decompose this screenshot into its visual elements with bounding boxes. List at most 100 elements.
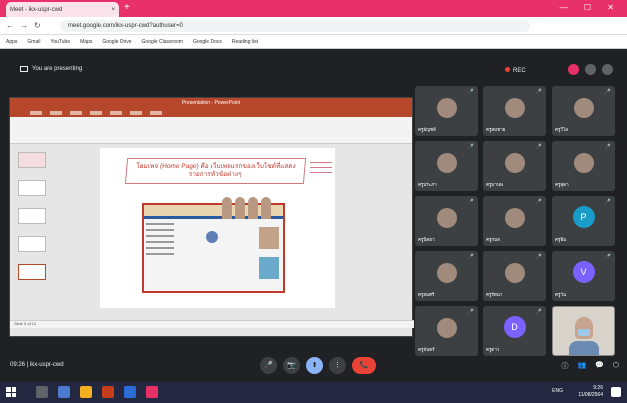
camera-icon[interactable]: 📷: [283, 357, 300, 374]
back-icon[interactable]: ←: [6, 21, 14, 30]
participant-tile[interactable]: 🎤 ครูรัตนา: [483, 251, 546, 301]
participant-video: [573, 98, 594, 118]
activities-icon[interactable]: ⬡: [613, 361, 619, 371]
participant-video: [436, 208, 457, 228]
participant-tile[interactable]: 🎤 ครูประภา: [415, 141, 478, 191]
participant-avatar: D: [503, 316, 526, 338]
ppt-ribbon[interactable]: [10, 117, 412, 144]
window-controls[interactable]: — ☐ ✕: [560, 3, 621, 12]
participant-tile[interactable]: 🎤 ครูวิไล: [552, 86, 615, 136]
bookmark-item[interactable]: Maps: [80, 39, 92, 45]
present-now-icon[interactable]: ⬆: [306, 357, 323, 374]
clock-date: 11/08/2564: [578, 392, 603, 398]
slide-thumbnail-selected[interactable]: [18, 264, 46, 280]
ppt-ribbon-tabs[interactable]: [10, 109, 412, 117]
participant-video: [436, 98, 457, 118]
people-icon[interactable]: 👥: [577, 361, 586, 371]
participant-tile[interactable]: P 🎤 ครูพิม: [552, 196, 615, 246]
muted-mic-icon: 🎤: [467, 199, 474, 205]
participant-name: ครูวัน: [555, 292, 567, 297]
tab-close-icon[interactable]: ×: [111, 7, 115, 13]
windows-taskbar: ENG 9:26 11/08/2564: [0, 382, 627, 403]
settings-icon[interactable]: [585, 64, 596, 75]
muted-mic-icon: 🎤: [535, 89, 542, 95]
chrome-icon[interactable]: [146, 386, 158, 398]
slide-thumbnail[interactable]: [18, 152, 46, 168]
present-screen-icon: [20, 66, 28, 72]
website-photo: [259, 257, 279, 279]
bookmark-item[interactable]: YouTube: [50, 39, 70, 45]
powerpoint-icon[interactable]: [102, 386, 114, 398]
participant-avatar: P: [572, 206, 595, 228]
participant-name: ครูนิตยา: [418, 237, 435, 242]
participant-name: ครูสมศรี: [418, 292, 435, 297]
presenting-indicator: You are presenting: [20, 66, 82, 72]
face-mask: [578, 329, 590, 336]
slide-thumbnails: [10, 144, 50, 328]
clock-time: 9:26: [593, 385, 603, 391]
participant-name: ครูมานพ: [486, 182, 503, 187]
muted-mic-icon: 🎤: [467, 144, 474, 150]
file-explorer-icon[interactable]: [80, 386, 92, 398]
website-people-image: [222, 197, 278, 219]
task-view-icon[interactable]: [58, 386, 70, 398]
notification-icon[interactable]: [611, 387, 621, 397]
slide-thumbnail[interactable]: [18, 180, 46, 196]
bookmark-item[interactable]: Apps: [6, 39, 17, 45]
windows-start-icon[interactable]: [6, 387, 16, 397]
slide-thumbnail[interactable]: [18, 208, 46, 224]
muted-mic-icon: 🎤: [604, 89, 611, 95]
microphone-icon[interactable]: 🎤: [260, 357, 277, 374]
info-icon[interactable]: ⓘ: [561, 361, 568, 371]
website-sidebar: [146, 223, 174, 283]
slide-thumbnail[interactable]: [18, 236, 46, 252]
participant-name: ครูสุดา: [555, 182, 569, 187]
word-icon[interactable]: [124, 386, 136, 398]
user-avatar-icon[interactable]: [568, 64, 579, 75]
end-call-icon[interactable]: 📞: [352, 357, 376, 374]
muted-mic-icon: 🎤: [535, 144, 542, 150]
more-options-icon[interactable]: ⋮: [329, 357, 346, 374]
participant-tile[interactable]: 🎤 ครูมานพ: [483, 141, 546, 191]
reload-icon[interactable]: ↻: [34, 21, 41, 30]
website-logo: [206, 231, 218, 243]
browser-tab[interactable]: Meet - ikx-uspr-cwd ×: [6, 2, 119, 17]
meet-control-bar: 09:26 | ikx-uspr-cwd 🎤 📷 ⬆ ⋮ 📞 ⓘ 👥 💬 ⬡: [0, 349, 627, 382]
bookmark-item[interactable]: Google Docs: [193, 39, 222, 45]
system-tray[interactable]: ENG: [552, 388, 563, 394]
participant-tile[interactable]: 🎤 ครูอัญชลี: [415, 86, 478, 136]
participant-tile[interactable]: V 🎤 ครูวัน: [552, 251, 615, 301]
address-bar-row: ← → ↻ meet.google.com/ikx-uspr-cwd?authu…: [0, 17, 627, 35]
url-field[interactable]: meet.google.com/ikx-uspr-cwd?authuser=0: [60, 20, 530, 32]
recording-indicator: REC: [505, 67, 526, 74]
participant-tile[interactable]: 🎤 ครูกมล: [483, 196, 546, 246]
participant-tile[interactable]: 🎤 ครูสุดา: [552, 141, 615, 191]
bookmark-item[interactable]: Google Classroom: [142, 39, 183, 45]
tab-title: Meet - ikx-uspr-cwd: [10, 6, 63, 13]
forward-icon[interactable]: →: [20, 21, 28, 30]
bookmark-item[interactable]: Google Drive: [102, 39, 131, 45]
call-controls: 🎤 📷 ⬆ ⋮ 📞: [260, 357, 376, 374]
slide-banner-text: โฮมเพจ (Home Page) คือ เว็บเพจแรกของเว็บ…: [135, 163, 296, 178]
presenting-label: You are presenting: [32, 66, 83, 72]
participant-name: ครูอัญชลี: [418, 127, 436, 132]
meet-window: You are presenting REC Presentation - Po…: [0, 49, 627, 382]
website-screenshot: [142, 197, 285, 293]
website-photo: [259, 227, 279, 249]
muted-mic-icon: 🎤: [467, 254, 474, 260]
participant-video: [436, 153, 457, 173]
search-icon[interactable]: [36, 386, 48, 398]
bookmark-item[interactable]: Gmail: [27, 39, 40, 45]
participant-tile[interactable]: 🎤 ครูสมศรี: [415, 251, 478, 301]
participant-video: [504, 263, 525, 283]
new-tab-button[interactable]: +: [124, 3, 130, 13]
browser-tab-bar: Meet - ikx-uspr-cwd × + — ☐ ✕: [0, 0, 627, 17]
participant-tile[interactable]: 🎤 ครูนิตยา: [415, 196, 478, 246]
chat-icon[interactable]: 💬: [595, 361, 604, 371]
muted-mic-icon: 🎤: [467, 309, 474, 315]
more-options-icon[interactable]: [602, 64, 613, 75]
bookmark-item[interactable]: Reading list: [232, 39, 258, 45]
participant-name: ครูพิม: [555, 237, 567, 242]
taskbar-clock[interactable]: 9:26 11/08/2564: [578, 385, 603, 399]
participant-tile[interactable]: 🎤 ครูสมชาย: [483, 86, 546, 136]
